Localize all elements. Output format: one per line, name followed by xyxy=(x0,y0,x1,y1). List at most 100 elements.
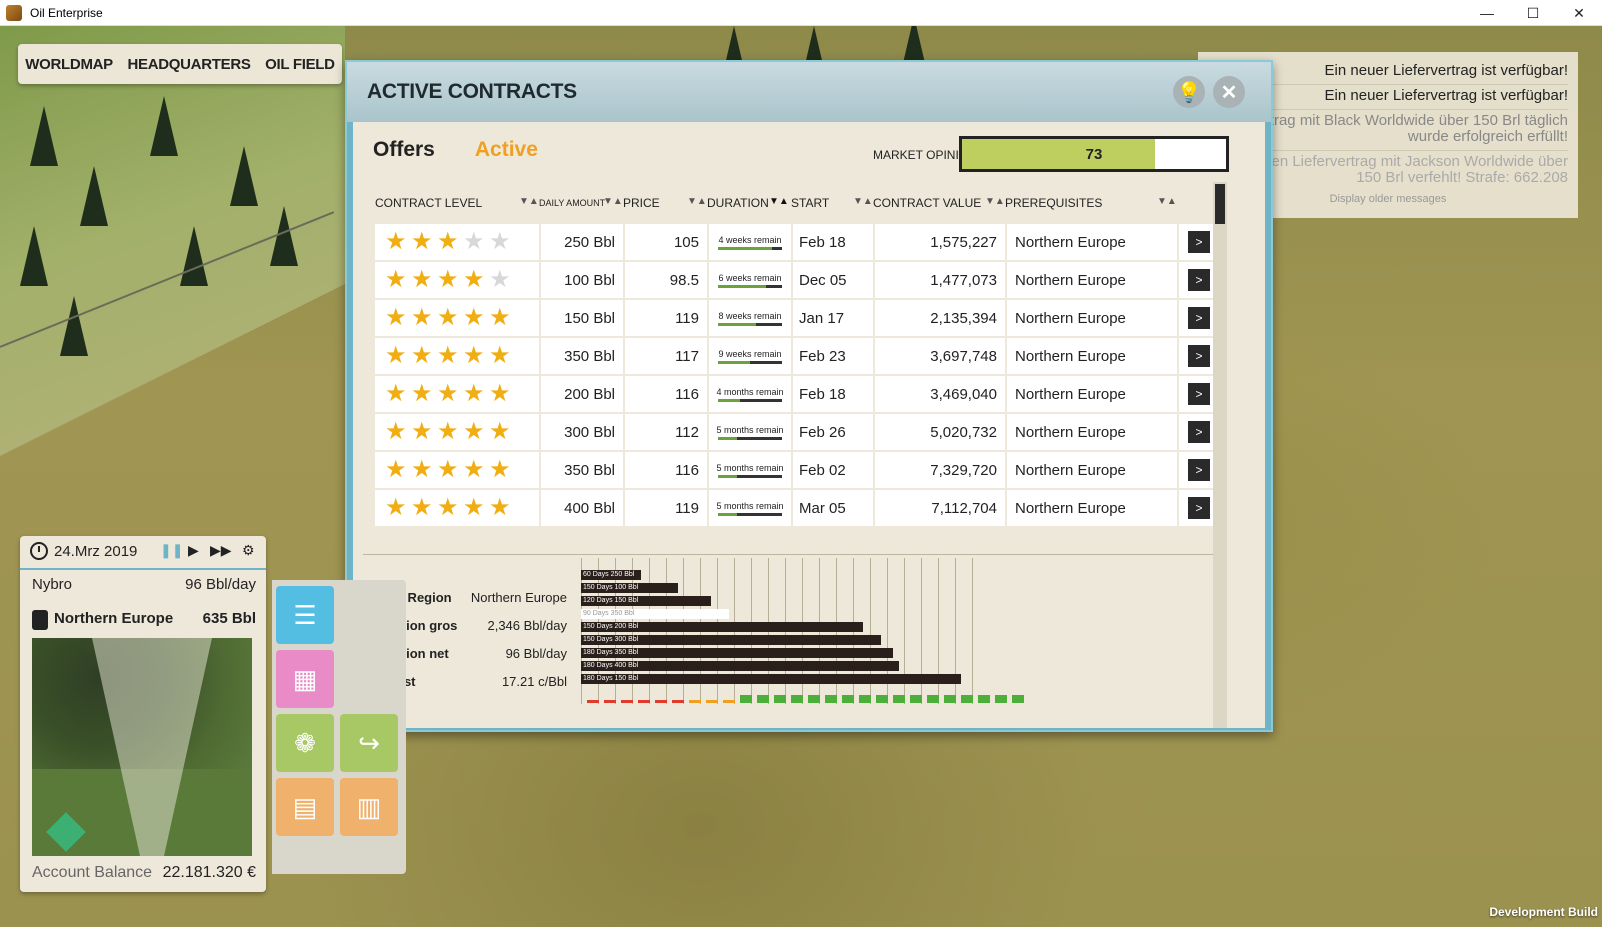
calculator-icon[interactable]: ▦ xyxy=(276,650,334,708)
star-icon: ★ xyxy=(385,342,407,369)
gear-icon[interactable]: ⚙ xyxy=(242,542,255,559)
sort-icon[interactable]: ▼▲ xyxy=(853,196,873,207)
region-name: Northern Europe xyxy=(54,610,174,627)
cell-start: Feb 23 xyxy=(793,338,873,374)
cell-daily-amount: 200 Bbl xyxy=(541,376,623,412)
cell-contract-level: ★ ★ ★ ★ ★ xyxy=(375,338,539,374)
production-status-green xyxy=(842,695,854,703)
production-bar: 150 Days 200 Bbl xyxy=(581,622,863,632)
chevron-right-icon[interactable]: > xyxy=(1188,345,1210,367)
close-window-button[interactable]: ✕ xyxy=(1556,0,1602,26)
star-icon: ★ xyxy=(463,380,485,407)
archive-binders-icon[interactable]: ▥ xyxy=(340,778,398,836)
table-row[interactable]: ★ ★ ★ ★ ★ 350 Bbl 116 5 months remain Feb 02… xyxy=(375,452,1223,488)
chevron-right-icon[interactable]: > xyxy=(1188,307,1210,329)
star-icon: ★ xyxy=(437,266,459,293)
production-status-green xyxy=(808,695,820,703)
table-row[interactable]: ★ ★ ★ ★ ★ 200 Bbl 116 4 months remain Feb 18… xyxy=(375,376,1223,412)
cell-start: Feb 18 xyxy=(793,224,873,260)
chevron-right-icon[interactable]: > xyxy=(1188,421,1210,443)
contracts-list-icon[interactable]: ☰ xyxy=(276,586,334,644)
table-row[interactable]: ★ ★ ★ ★ ★ 100 Bbl 98.5 6 weeks remain Dec 05… xyxy=(375,262,1223,298)
sort-icon[interactable]: ▼▲ xyxy=(687,196,707,207)
col-daily-amount[interactable]: DAILY AMOUNT xyxy=(539,198,605,208)
cell-price: 98.5 xyxy=(625,262,707,298)
cell-duration: 4 weeks remain xyxy=(709,224,791,260)
tab-offers[interactable]: Offers xyxy=(373,138,435,162)
duration-text: 4 months remain xyxy=(716,386,784,397)
notebook-icon[interactable]: ▤ xyxy=(276,778,334,836)
table-row[interactable]: ★ ★ ★ ★ ★ 150 Bbl 119 8 weeks remain Jan 17 … xyxy=(375,300,1223,336)
fast-forward-icon[interactable]: ▶▶ xyxy=(210,542,232,559)
duration-progress-fill xyxy=(718,322,757,326)
duration-text: 5 months remain xyxy=(716,424,784,435)
col-duration[interactable]: DURATION xyxy=(707,196,769,210)
window-controls: — ☐ ✕ xyxy=(1464,0,1602,26)
cell-duration: 5 months remain xyxy=(709,490,791,526)
chevron-right-icon[interactable]: > xyxy=(1188,459,1210,481)
col-contract-value[interactable]: CONTRACT VALUE xyxy=(873,196,981,210)
tab-active[interactable]: Active xyxy=(475,138,538,162)
sort-active-icon[interactable]: ▼▲ xyxy=(769,196,789,207)
col-price[interactable]: PRICE xyxy=(623,196,660,210)
oil-barrel-icon xyxy=(32,610,48,630)
col-contract-level[interactable]: CONTRACT LEVEL xyxy=(375,196,482,210)
nav-oilfield[interactable]: OIL FIELD xyxy=(265,56,335,73)
production-status-green xyxy=(825,695,837,703)
table-row[interactable]: ★ ★ ★ ★ ★ 300 Bbl 112 5 months remain Feb 26… xyxy=(375,414,1223,450)
divider xyxy=(363,554,1213,555)
chevron-right-icon[interactable]: > xyxy=(1188,269,1210,291)
sort-icon[interactable]: ▼▲ xyxy=(519,196,539,207)
sort-icon[interactable]: ▼▲ xyxy=(603,196,623,207)
tree xyxy=(150,96,178,156)
duration-text: 4 weeks remain xyxy=(718,234,782,245)
cell-prerequisites: Northern Europe xyxy=(1007,452,1177,488)
table-scrollbar[interactable] xyxy=(1213,182,1227,728)
production-status-red xyxy=(587,700,599,703)
cell-contract-value: 1,477,073 xyxy=(875,262,1005,298)
tree xyxy=(180,226,208,286)
cell-start: Jan 17 xyxy=(793,300,873,336)
research-brain-icon[interactable]: ❁ xyxy=(276,714,334,772)
hint-lightbulb-icon[interactable]: 💡 xyxy=(1173,76,1205,108)
cell-price: 119 xyxy=(625,490,707,526)
star-icon: ★ xyxy=(437,494,459,521)
close-dialog-button[interactable]: ✕ xyxy=(1213,76,1245,108)
star-icon: ★ xyxy=(489,418,511,445)
production-status-green xyxy=(910,695,922,703)
pause-icon[interactable]: ❚❚ xyxy=(160,542,183,559)
table-row[interactable]: ★ ★ ★ ★ ★ 350 Bbl 117 9 weeks remain Feb 23 … xyxy=(375,338,1223,374)
stat-value: 96 Bbl/day xyxy=(505,646,567,661)
col-start[interactable]: START xyxy=(791,196,829,210)
col-prerequisites[interactable]: PREREQUISITES xyxy=(1005,196,1102,210)
table-row[interactable]: ★ ★ ★ ★ ★ 250 Bbl 105 4 weeks remain Feb 18 … xyxy=(375,224,1223,260)
chevron-right-icon[interactable]: > xyxy=(1188,383,1210,405)
cell-prerequisites: Northern Europe xyxy=(1007,490,1177,526)
minimize-button[interactable]: — xyxy=(1464,0,1510,26)
cell-daily-amount: 100 Bbl xyxy=(541,262,623,298)
sort-icon[interactable]: ▼▲ xyxy=(1157,196,1177,207)
star-icon: ★ xyxy=(385,304,407,331)
play-icon[interactable]: ▶ xyxy=(188,542,199,559)
scrollbar-thumb[interactable] xyxy=(1215,184,1225,224)
star-icon: ★ xyxy=(385,418,407,445)
cell-contract-value: 3,469,040 xyxy=(875,376,1005,412)
minimap-marker-icon[interactable] xyxy=(46,812,86,852)
star-icon: ★ xyxy=(437,380,459,407)
table-row[interactable]: ★ ★ ★ ★ ★ 400 Bbl 119 5 months remain Mar 05… xyxy=(375,490,1223,526)
balance-label: Account Balance xyxy=(32,864,153,881)
minimap[interactable] xyxy=(32,638,252,856)
chevron-right-icon[interactable]: > xyxy=(1188,497,1210,519)
duration-progress-fill xyxy=(718,512,738,516)
sort-icon[interactable]: ▼▲ xyxy=(985,196,1005,207)
route-arrow-icon[interactable]: ↪ xyxy=(340,714,398,772)
cell-contract-level: ★ ★ ★ ★ ★ xyxy=(375,300,539,336)
nav-worldmap[interactable]: WORLDMAP xyxy=(25,56,113,73)
chevron-right-icon[interactable]: > xyxy=(1188,231,1210,253)
production-status-orange xyxy=(723,700,735,703)
cell-daily-amount: 300 Bbl xyxy=(541,414,623,450)
nav-headquarters[interactable]: HEADQUARTERS xyxy=(127,56,250,73)
maximize-button[interactable]: ☐ xyxy=(1510,0,1556,26)
star-icon: ★ xyxy=(437,304,459,331)
cell-contract-value: 3,697,748 xyxy=(875,338,1005,374)
